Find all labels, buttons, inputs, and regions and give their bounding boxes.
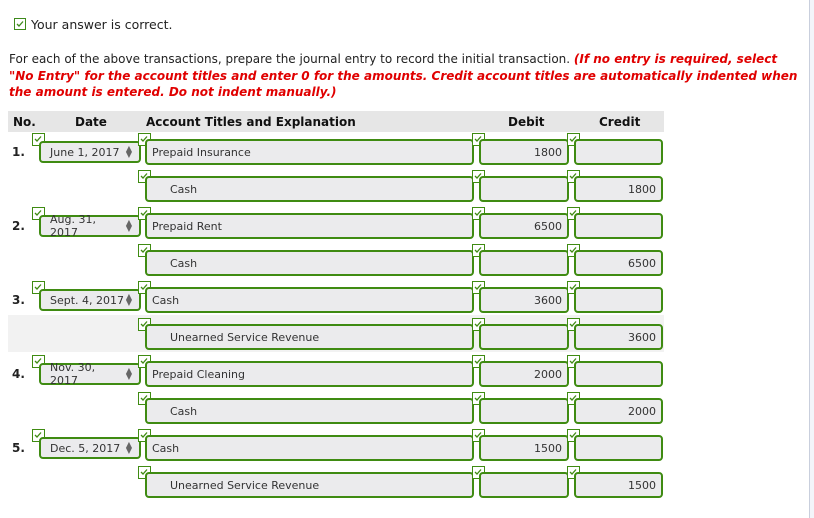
select-arrows-icon: ▲ ▼ xyxy=(125,366,132,381)
header-credit: Credit xyxy=(599,115,641,129)
entry-number: 4. xyxy=(12,367,25,381)
account-title-field[interactable]: Cash xyxy=(145,250,474,276)
debit-value: 1500 xyxy=(534,441,562,455)
entry-number: 5. xyxy=(12,441,25,455)
debit-field[interactable] xyxy=(479,472,569,498)
debit-field[interactable] xyxy=(479,176,569,202)
account-title-value: Unearned Service Revenue xyxy=(170,330,320,344)
account-title-value: Prepaid Insurance xyxy=(152,145,251,159)
account-title-value: Unearned Service Revenue xyxy=(170,478,320,492)
account-title-value: Cash xyxy=(170,404,198,418)
debit-field[interactable]: 1800 xyxy=(479,139,569,165)
debit-field[interactable] xyxy=(479,250,569,276)
date-select[interactable]: Dec. 5, 2017 ▲ ▼ xyxy=(39,437,141,459)
select-arrows-icon: ▲ ▼ xyxy=(125,218,132,233)
instructions: For each of the above transactions, prep… xyxy=(9,51,799,101)
date-select[interactable]: Nov. 30, 2017 ▲ ▼ xyxy=(39,361,141,387)
credit-field[interactable] xyxy=(574,139,663,165)
account-title-field[interactable]: Cash xyxy=(145,176,474,202)
date-value: June 1, 2017 xyxy=(50,145,120,159)
credit-field[interactable]: 3600 xyxy=(574,324,663,350)
credit-field[interactable] xyxy=(574,435,663,461)
account-title-field[interactable]: Unearned Service Revenue xyxy=(145,472,474,498)
entry-number: 3. xyxy=(12,293,25,307)
credit-field[interactable] xyxy=(574,361,663,387)
account-title-field[interactable]: Cash xyxy=(145,435,474,461)
account-title-field[interactable]: Prepaid Rent xyxy=(145,213,474,239)
account-title-field[interactable]: Unearned Service Revenue xyxy=(145,324,474,350)
debit-field[interactable]: 2000 xyxy=(479,361,569,387)
debit-field[interactable] xyxy=(479,398,569,424)
date-select[interactable]: Sept. 4, 2017 ▲ ▼ xyxy=(39,289,141,311)
credit-field[interactable] xyxy=(574,287,663,313)
header-account: Account Titles and Explanation xyxy=(146,115,356,129)
answer-status: Your answer is correct. xyxy=(14,16,172,32)
debit-value: 1800 xyxy=(534,145,562,159)
account-title-value: Prepaid Cleaning xyxy=(152,367,245,381)
account-title-value: Cash xyxy=(152,441,180,455)
debit-field[interactable]: 3600 xyxy=(479,287,569,313)
table-header: No. Date Account Titles and Explanation … xyxy=(8,111,664,132)
date-select[interactable]: Aug. 31, 2017 ▲ ▼ xyxy=(39,213,141,239)
date-value: Nov. 30, 2017 xyxy=(50,361,96,387)
account-title-value: Cash xyxy=(170,256,198,270)
header-date: Date xyxy=(75,115,107,129)
debit-field[interactable]: 6500 xyxy=(479,213,569,239)
credit-field[interactable]: 1800 xyxy=(574,176,663,202)
account-title-value: Prepaid Rent xyxy=(152,219,222,233)
account-title-field[interactable]: Cash xyxy=(145,287,474,313)
credit-value: 3600 xyxy=(628,330,656,344)
account-title-value: Cash xyxy=(170,182,198,196)
debit-field[interactable] xyxy=(479,324,569,350)
debit-value: 3600 xyxy=(534,293,562,307)
credit-value: 2000 xyxy=(628,404,656,418)
account-title-field[interactable]: Prepaid Cleaning xyxy=(145,361,474,387)
credit-field[interactable]: 1500 xyxy=(574,472,663,498)
date-value: Dec. 5, 2017 xyxy=(50,441,121,455)
date-select[interactable]: June 1, 2017 ▲ ▼ xyxy=(39,141,141,163)
entry-number: 1. xyxy=(12,145,25,159)
credit-field[interactable] xyxy=(574,213,663,239)
instructions-text: For each of the above transactions, prep… xyxy=(9,52,574,66)
header-debit: Debit xyxy=(508,115,545,129)
header-no: No. xyxy=(13,115,36,129)
account-title-value: Cash xyxy=(152,293,180,307)
select-arrows-icon: ▲ ▼ xyxy=(125,144,132,159)
page-scrollbar-edge xyxy=(809,0,814,518)
credit-field[interactable]: 2000 xyxy=(574,398,663,424)
entry-number: 2. xyxy=(12,219,25,233)
account-title-field[interactable]: Cash xyxy=(145,398,474,424)
credit-value: 1500 xyxy=(628,478,656,492)
debit-value: 6500 xyxy=(534,219,562,233)
account-title-field[interactable]: Prepaid Insurance xyxy=(145,139,474,165)
select-arrows-icon: ▲ ▼ xyxy=(125,292,132,307)
debit-value: 2000 xyxy=(534,367,562,381)
date-value: Aug. 31, 2017 xyxy=(50,213,96,239)
date-value: Sept. 4, 2017 xyxy=(50,293,125,307)
debit-field[interactable]: 1500 xyxy=(479,435,569,461)
credit-value: 6500 xyxy=(628,256,656,270)
check-icon xyxy=(14,18,26,30)
status-text: Your answer is correct. xyxy=(31,16,173,32)
select-arrows-icon: ▲ ▼ xyxy=(125,440,132,455)
credit-value: 1800 xyxy=(628,182,656,196)
credit-field[interactable]: 6500 xyxy=(574,250,663,276)
